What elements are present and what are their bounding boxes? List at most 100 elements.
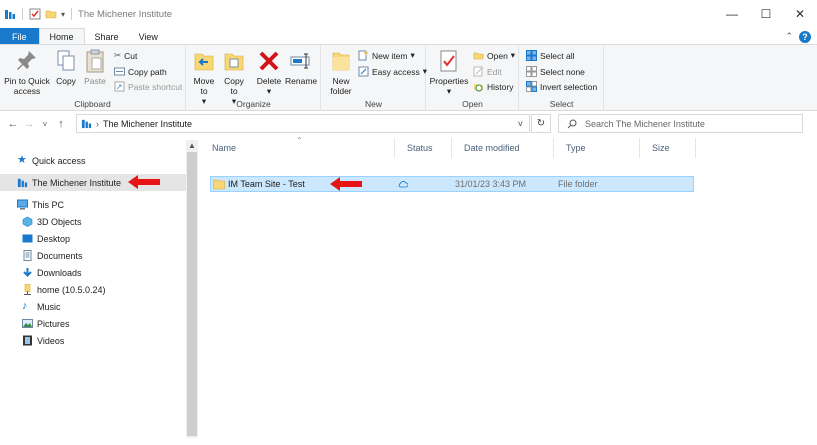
maximize-button[interactable]: ☐ (749, 0, 783, 28)
paste-shortcut-button[interactable]: Paste shortcut (114, 81, 182, 92)
dropdown-arrow-icon: ▾ (510, 50, 516, 60)
nav-downloads[interactable]: Downloads (0, 264, 186, 281)
history-icon (474, 84, 483, 92)
nav-3d-objects[interactable]: 3D Objects (0, 213, 186, 230)
new-folder-icon[interactable] (45, 8, 57, 20)
new-item-button[interactable]: New item ▾ (358, 50, 415, 61)
delete-button[interactable]: Delete ▾ (255, 48, 283, 96)
quick-access-toolbar: ▾ (0, 8, 74, 20)
videos-icon (23, 335, 32, 346)
copy-path-button[interactable]: Copy path (114, 66, 167, 77)
pin-icon (17, 51, 36, 70)
chevron-down-icon[interactable]: ˅ (518, 119, 523, 129)
easy-access-icon (358, 66, 369, 77)
edit-button[interactable]: Edit (473, 66, 502, 77)
column-header-type[interactable]: Type (554, 138, 640, 158)
history-button[interactable]: History (473, 81, 513, 92)
column-header-name[interactable]: Name (200, 138, 395, 158)
close-button[interactable]: ✕ (783, 0, 817, 28)
nav-documents[interactable]: Documents (0, 247, 186, 264)
tab-home[interactable]: Home (38, 28, 85, 45)
cut-button[interactable]: ✂ Cut (114, 50, 137, 61)
cloud-status-icon (398, 181, 408, 188)
open-button[interactable]: Open ▾ (473, 50, 515, 61)
new-item-icon (358, 50, 368, 61)
scroll-up-arrow-icon[interactable]: ▲ (186, 141, 198, 150)
recent-locations-button[interactable]: ˅ (37, 120, 53, 129)
properties-button[interactable]: Properties ▾ (429, 48, 469, 96)
folder-icon (213, 179, 225, 190)
paste-button[interactable]: Paste (82, 48, 108, 86)
forward-button[interactable]: → (21, 118, 37, 130)
search-box[interactable] (558, 114, 803, 133)
select-all-icon (526, 50, 537, 61)
address-row: ← → ˅ ↑ › The Michener Institute ˅ ↻ (0, 111, 817, 137)
move-to-button[interactable]: Move to ▾ (191, 48, 217, 106)
red-arrow-annotation (330, 177, 362, 191)
tab-share[interactable]: Share (85, 28, 129, 45)
new-folder-icon (332, 52, 350, 71)
red-arrow-annotation (128, 175, 160, 189)
chevron-right-icon[interactable]: › (96, 119, 99, 129)
table-row[interactable]: IM Team Site - Test 31/01/23 3:43 PM Fil… (210, 176, 694, 192)
help-icon[interactable]: ? (799, 30, 811, 43)
scrollbar-thumb[interactable] (187, 152, 197, 436)
column-header-status[interactable]: Status (395, 138, 452, 158)
select-none-button[interactable]: Select none (526, 66, 585, 77)
tab-view[interactable]: View (129, 28, 168, 45)
pictures-icon (22, 319, 33, 328)
easy-access-button[interactable]: Easy access ▾ (358, 66, 427, 77)
refresh-button[interactable]: ↻ (531, 114, 551, 133)
title-bar: ▾ The Michener Institute — ☐ ✕ (0, 0, 817, 28)
network-drive-icon (24, 284, 31, 295)
nav-home-network-drive[interactable]: home (10.5.0.24) (0, 281, 186, 298)
organize-group-label: Organize (236, 99, 271, 109)
nav-quick-access[interactable]: ★ Quick access (0, 152, 186, 169)
dropdown-arrow-icon: ▾ (446, 86, 452, 96)
nav-pictures[interactable]: Pictures (0, 315, 186, 332)
sharepoint-library-icon (17, 178, 28, 188)
column-header-date-modified[interactable]: Date modified (452, 138, 554, 158)
navigation-scrollbar[interactable]: ▲ (186, 140, 198, 438)
invert-selection-button[interactable]: Invert selection (526, 81, 597, 92)
tab-file[interactable]: File (0, 28, 39, 45)
column-header-size[interactable]: Size (640, 138, 696, 158)
customize-dropdown-icon[interactable]: ▾ (61, 10, 65, 19)
computer-icon (17, 199, 28, 210)
copy-button[interactable]: Copy (53, 48, 79, 86)
collapse-ribbon-icon[interactable]: ⌃ (785, 31, 793, 42)
paste-shortcut-icon (114, 81, 125, 92)
new-folder-button[interactable]: New folder (326, 48, 356, 96)
up-button[interactable]: ↑ (53, 118, 69, 130)
invert-selection-icon (526, 81, 537, 92)
select-group: Select all Select none Invert selection … (520, 45, 604, 111)
nav-this-pc[interactable]: This PC (0, 196, 186, 213)
window-title: The Michener Institute (78, 8, 173, 20)
open-group-label: Open (462, 99, 483, 109)
select-all-button[interactable]: Select all (526, 50, 575, 61)
clipboard-group: Pin to Quick access Copy Paste ✂ Cut Cop… (0, 45, 186, 111)
delete-x-icon (259, 51, 279, 71)
search-input[interactable] (585, 118, 785, 129)
clipboard-icon (86, 49, 104, 73)
rename-button[interactable]: Rename (285, 48, 317, 86)
back-button[interactable]: ← (5, 118, 21, 130)
open-group: Properties ▾ Open ▾ Edit History Open (427, 45, 519, 111)
copy-to-button[interactable]: Copy to ▾ (221, 48, 247, 106)
select-none-icon (526, 66, 537, 77)
navigation-pane: ★ Quick access The Michener Institute Th… (0, 140, 186, 440)
desktop-icon (22, 234, 33, 243)
nav-music[interactable]: ♪ Music (0, 298, 186, 315)
nav-videos[interactable]: Videos (0, 332, 186, 349)
nav-desktop[interactable]: Desktop (0, 230, 186, 247)
breadcrumb[interactable]: The Michener Institute (103, 119, 192, 129)
properties-check-icon[interactable] (29, 8, 41, 20)
copy-path-icon (114, 67, 125, 76)
minimize-button[interactable]: — (715, 0, 749, 28)
move-to-icon (194, 53, 214, 71)
star-icon: ★ (17, 154, 27, 166)
ribbon-tabs: File Home Share View ⌃ ? (0, 28, 817, 45)
music-note-icon: ♪ (22, 300, 28, 312)
pin-to-quick-access-button[interactable]: Pin to Quick access (4, 48, 50, 96)
address-bar[interactable]: › The Michener Institute ˅ (76, 114, 530, 133)
